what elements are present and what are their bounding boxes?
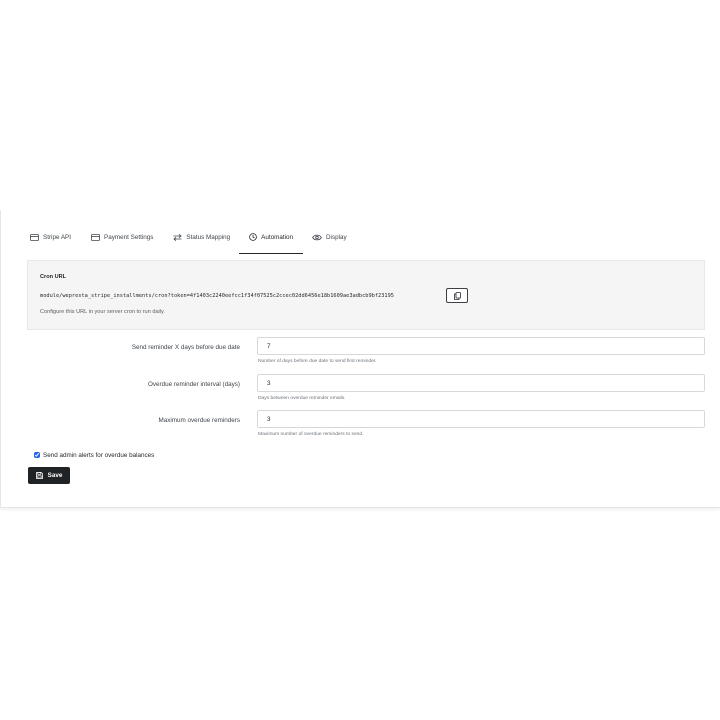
- overdue-interval-input[interactable]: [257, 374, 705, 392]
- copy-icon: [453, 291, 461, 300]
- max-reminders-help: Maximum number of overdue reminders to s…: [258, 432, 364, 437]
- eye-icon: [312, 234, 322, 240]
- max-reminders-input[interactable]: [257, 410, 705, 428]
- clock-icon: [249, 233, 257, 241]
- save-icon: [35, 472, 43, 479]
- cron-url-title: Cron URL: [40, 274, 67, 280]
- cron-url-help: Configure this URL in your server cron t…: [40, 309, 165, 315]
- tab-automation[interactable]: Automation: [239, 220, 303, 254]
- admin-alerts-label[interactable]: Send admin alerts for overdue balances: [43, 452, 154, 459]
- save-button[interactable]: Save: [28, 467, 70, 484]
- tab-stripe-api[interactable]: Stripe API: [29, 220, 72, 254]
- admin-alerts-checkbox[interactable]: [34, 452, 40, 458]
- tab-status-mapping[interactable]: Status Mapping: [172, 220, 231, 254]
- overdue-interval-label: Overdue reminder interval (days): [147, 381, 240, 388]
- tab-label: Stripe API: [43, 233, 72, 241]
- form-row-reminder-days: Send reminder X days before due date Num…: [27, 337, 705, 373]
- tab-payment-settings[interactable]: Payment Settings: [90, 220, 154, 254]
- cron-url-box: Cron URL module/wepresta_stripe_installm…: [27, 260, 705, 330]
- tab-label: Display: [326, 233, 347, 241]
- tab-display[interactable]: Display: [311, 220, 348, 254]
- reminder-days-input[interactable]: [257, 337, 705, 355]
- credit-card-icon: [30, 233, 39, 241]
- form-row-max-reminders: Maximum overdue reminders Maximum number…: [27, 410, 705, 446]
- arrows-swap-icon: [173, 233, 182, 241]
- tab-label: Payment Settings: [104, 233, 154, 241]
- reminder-days-label: Send reminder X days before due date: [131, 344, 240, 351]
- form-row-overdue-interval: Overdue reminder interval (days) Days be…: [27, 374, 705, 410]
- tab-label: Automation: [261, 233, 293, 241]
- reminder-days-help: Number of days before due date to send f…: [258, 359, 377, 364]
- overdue-interval-help: Days between overdue reminder emails.: [258, 396, 346, 401]
- copy-cron-url-button[interactable]: [446, 288, 468, 303]
- admin-alerts-row: Send admin alerts for overdue balances: [34, 450, 154, 460]
- tab-label: Status Mapping: [186, 233, 231, 241]
- credit-card-icon: [91, 233, 100, 241]
- save-button-label: Save: [47, 472, 63, 479]
- settings-panel: Stripe API Payment Settings Status Mappi…: [0, 210, 720, 508]
- tab-bar: Stripe API Payment Settings Status Mappi…: [29, 220, 366, 254]
- max-reminders-label: Maximum overdue reminders: [158, 417, 240, 424]
- cron-url-value[interactable]: module/wepresta_stripe_installments/cron…: [40, 293, 394, 299]
